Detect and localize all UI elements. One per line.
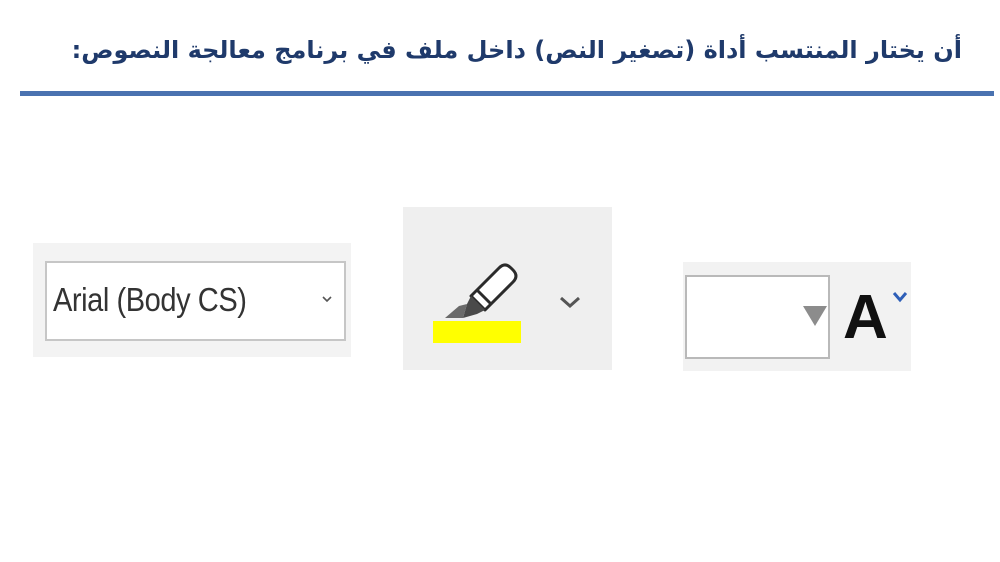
page: أن يختار المنتسب أداة (تصغير النص) داخل … <box>0 0 1000 562</box>
chevron-down-icon[interactable] <box>321 293 333 305</box>
triangle-down-icon[interactable] <box>802 304 828 328</box>
font-name-value: Arial (Body CS) <box>53 281 247 318</box>
title-divider <box>20 91 994 96</box>
highlighter-icon[interactable] <box>433 256 523 326</box>
chevron-down-icon[interactable] <box>558 295 582 309</box>
shrink-font-button[interactable]: A <box>843 287 888 349</box>
font-name-dropdown[interactable]: Arial (Body CS) <box>45 261 346 341</box>
caret-down-icon <box>892 292 908 303</box>
highlight-color-swatch <box>433 321 521 343</box>
page-title: أن يختار المنتسب أداة (تصغير النص) داخل … <box>71 36 962 64</box>
